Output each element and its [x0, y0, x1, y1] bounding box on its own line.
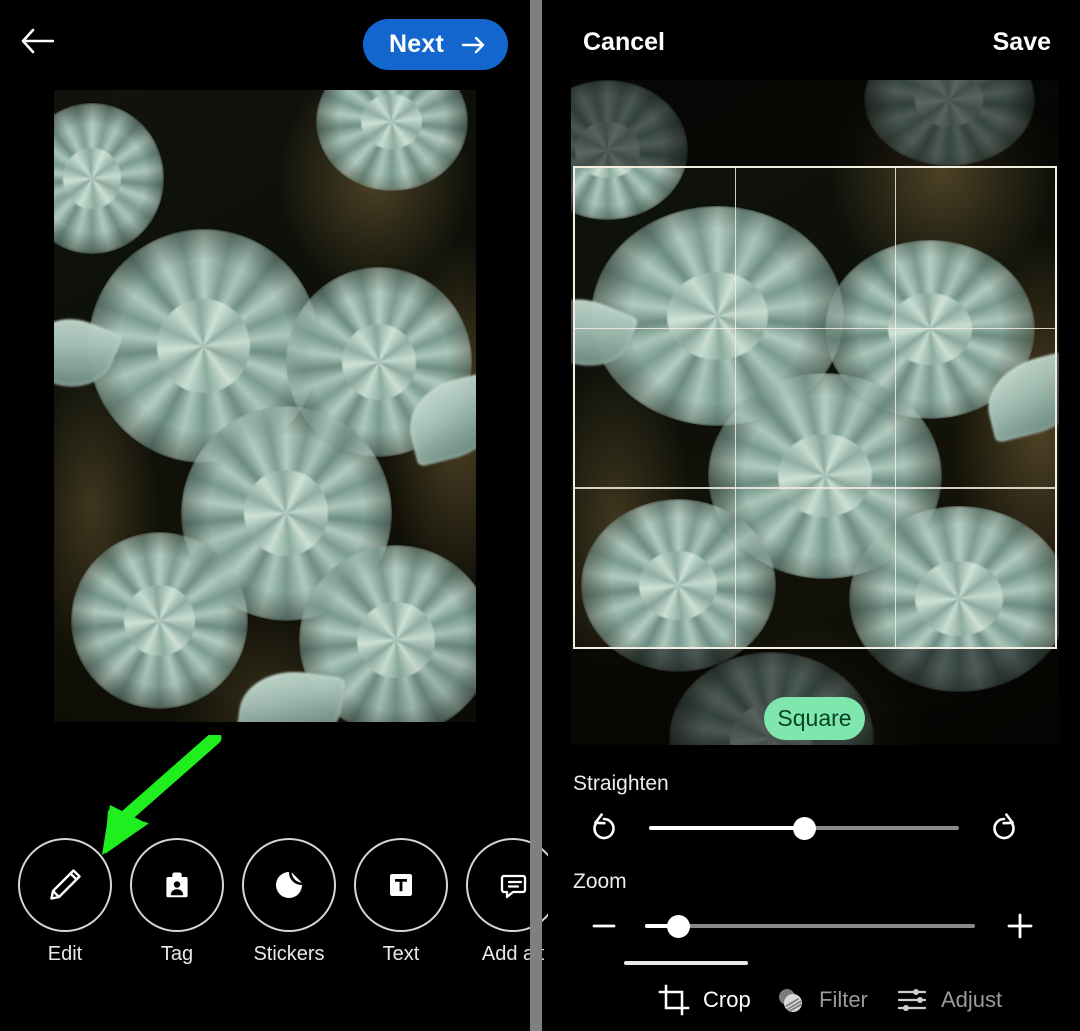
zoom-label: Zoom: [573, 870, 627, 893]
succulent-photo: [54, 90, 476, 722]
panel-divider: [530, 0, 542, 1031]
save-button[interactable]: Save: [993, 28, 1051, 57]
straighten-slider-fill: [649, 826, 804, 830]
editor-header: Cancel Save: [548, 0, 1080, 88]
rotate-counterclockwise-icon: [593, 813, 615, 840]
crop-photo-canvas[interactable]: [571, 80, 1059, 745]
tool-stickers-circle[interactable]: [242, 838, 336, 932]
crop-dim-right: [1057, 166, 1059, 649]
crop-icon: [658, 984, 690, 1016]
arrow-left-icon: [21, 28, 54, 54]
tab-adjust-label: Adjust: [941, 987, 1003, 1012]
zoom-in-button[interactable]: [997, 903, 1043, 949]
tool-tag-circle[interactable]: [130, 838, 224, 932]
tab-crop[interactable]: Crop: [658, 977, 751, 1023]
compose-panel: Next Edit Tag Stickers Text Add alt: [0, 0, 560, 1031]
minus-icon: [592, 924, 616, 928]
rotate-clockwise-button[interactable]: [981, 805, 1027, 851]
tool-text-circle[interactable]: [354, 838, 448, 932]
tool-edit-label: Edit: [47, 943, 83, 965]
sticker-icon: [276, 872, 302, 898]
tool-stickers[interactable]: Stickers: [239, 838, 339, 966]
alt-text-bubble-icon: [500, 874, 527, 899]
text-box-icon: [390, 874, 412, 896]
rotate-clockwise-icon: [993, 813, 1015, 840]
tool-add-alt-circle[interactable]: [466, 838, 560, 932]
next-button-label: Next: [389, 30, 444, 58]
straighten-slider-thumb[interactable]: [792, 816, 816, 840]
aspect-ratio-button[interactable]: Square: [764, 697, 865, 740]
zoom-out-button[interactable]: [581, 903, 627, 949]
photo-preview[interactable]: [54, 90, 476, 722]
scroll-indicator[interactable]: [624, 961, 748, 965]
filter-icon: [779, 989, 803, 1012]
tool-text-label: Text: [382, 943, 420, 965]
compose-toolbar: Edit Tag Stickers Text Add alt: [0, 838, 560, 968]
tool-tag[interactable]: Tag: [127, 838, 227, 966]
tab-adjust[interactable]: Adjust: [896, 977, 1002, 1023]
zoom-row: [581, 903, 1061, 949]
tag-person-icon: [166, 872, 188, 898]
tool-text[interactable]: Text: [351, 838, 451, 966]
straighten-slider-track[interactable]: [649, 816, 959, 840]
tab-filter-label: Filter: [819, 987, 868, 1012]
straighten-label: Straighten: [573, 772, 669, 795]
zoom-slider-track[interactable]: [645, 914, 975, 938]
plus-icon: [1007, 913, 1033, 939]
pencil-icon: [50, 869, 81, 900]
editor-tabbar: Crop Filter Adjust: [548, 977, 1080, 1031]
zoom-slider-thumb[interactable]: [666, 914, 690, 938]
tool-tag-label: Tag: [160, 943, 194, 965]
screenshot-root: Next Edit Tag Stickers Text Add alt Canc…: [0, 0, 1080, 1031]
straighten-row: [581, 805, 1061, 851]
cancel-button[interactable]: Cancel: [583, 28, 665, 57]
tool-edit-circle[interactable]: [18, 838, 112, 932]
succulent-photo-crop: [571, 80, 1059, 745]
tab-filter[interactable]: Filter: [774, 977, 868, 1023]
next-button[interactable]: Next: [363, 19, 508, 70]
tab-crop-label: Crop: [703, 987, 751, 1012]
rotate-counterclockwise-button[interactable]: [581, 805, 627, 851]
tool-edit[interactable]: Edit: [15, 838, 115, 966]
crop-dim-top: [571, 80, 1059, 166]
crop-dim-left: [571, 166, 573, 649]
back-button[interactable]: [14, 18, 60, 64]
arrow-right-icon: [461, 36, 485, 53]
tool-stickers-label: Stickers: [253, 943, 325, 965]
adjust-sliders-icon: [897, 989, 927, 1011]
